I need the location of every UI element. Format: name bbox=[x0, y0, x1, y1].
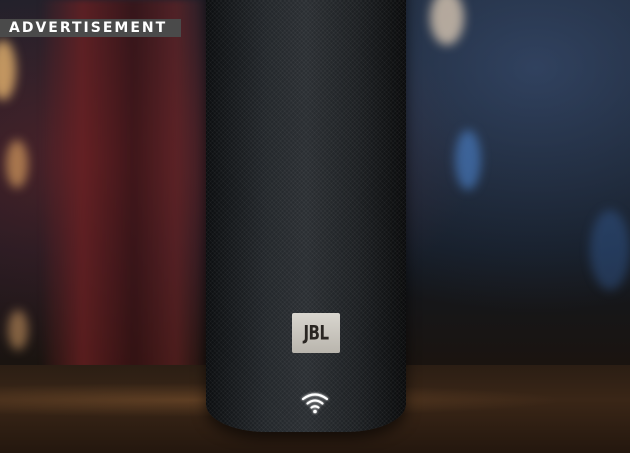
speaker-product-image bbox=[206, 0, 406, 432]
brand-logo-text: JBL bbox=[303, 321, 329, 345]
bokeh-light bbox=[430, 0, 464, 45]
bokeh-light bbox=[6, 140, 28, 188]
advertisement-banner[interactable]: JBL ADVERTISEMENT bbox=[0, 0, 630, 453]
bokeh-light bbox=[590, 210, 630, 290]
bokeh-light bbox=[0, 40, 16, 100]
bokeh-light bbox=[455, 130, 481, 190]
background-curtain bbox=[40, 0, 210, 370]
bokeh-light bbox=[8, 310, 28, 350]
brand-logo: JBL bbox=[292, 313, 340, 353]
ad-label-container: ADVERTISEMENT bbox=[0, 19, 182, 37]
wifi-icon bbox=[301, 393, 329, 414]
advertisement-label: ADVERTISEMENT bbox=[0, 19, 182, 37]
